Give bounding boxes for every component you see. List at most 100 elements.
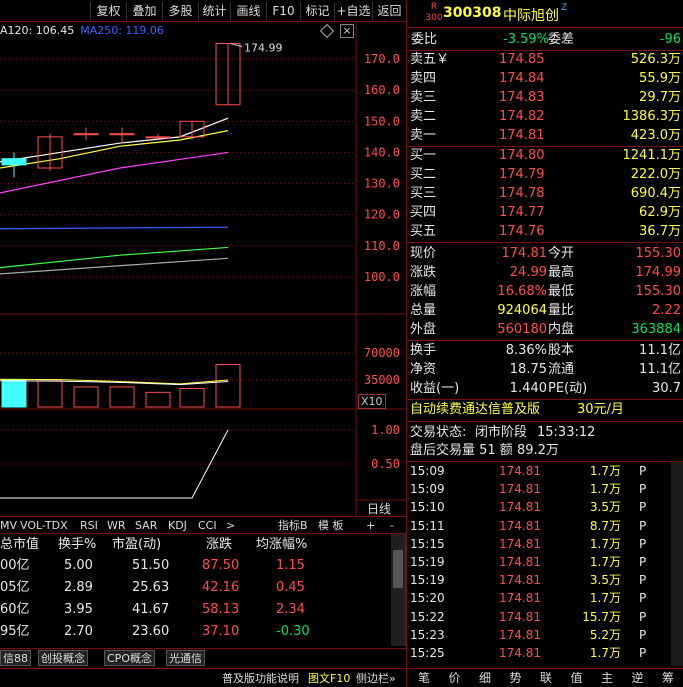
price-tick-label: 110.0	[364, 239, 400, 253]
ask-row[interactable]: 卖四 174.84 55.9万	[407, 69, 683, 88]
tab-reverse[interactable]: 逆	[625, 670, 651, 687]
quote-row: 外盘 560180 内盘 363884	[410, 322, 681, 337]
ind-tab-cci[interactable]: CCI	[198, 518, 217, 534]
mark-button[interactable]: 标记	[300, 2, 334, 20]
tab-main[interactable]: 主	[594, 670, 620, 687]
tick-row: 15:19 174.81 1.7万 P 1	[410, 555, 683, 569]
ma120-line	[0, 226, 229, 230]
ind-tab-kdj[interactable]: KDJ	[168, 518, 187, 534]
ma120-value: A120: 106.45	[0, 24, 75, 37]
f10-link[interactable]: 图文F10	[308, 670, 350, 687]
tab-price[interactable]: 价	[442, 670, 468, 687]
indicator-tick-label: 1.00	[371, 423, 400, 437]
tick-row: 15:19 174.81 3.5万 P 1	[410, 573, 683, 588]
ind-tab-mv[interactable]: MV	[0, 518, 17, 534]
board-badge: R 300	[425, 2, 443, 23]
ticks-scrollbar[interactable]	[671, 462, 683, 666]
back-button[interactable]: 返回	[372, 2, 406, 20]
stock-name: 中际旭创	[503, 8, 559, 24]
ind-tab-vol[interactable]: VOL-TDX	[20, 518, 68, 534]
kline-chart[interactable]: 170.0 160.0 150.0 140.0 130.0 120.0 110.0 100.0…	[0, 22, 406, 516]
zoom-out-button[interactable]: -	[390, 518, 394, 534]
indicator-b-button[interactable]: 指标B	[278, 518, 308, 534]
tab-chips[interactable]: 筹	[655, 670, 681, 687]
finance-row: 换手 8.36% 股本 11.1亿	[410, 343, 681, 358]
bid-row[interactable]: 买四 174.77 62.9万	[407, 203, 683, 222]
volume-bar	[215, 364, 241, 408]
f10-button[interactable]: F10	[266, 2, 300, 20]
quote-row: 现价 174.81 今开 155.30	[410, 246, 681, 261]
chart-toolbar: 复权 叠加 多股 统计 画线 F10 标记 +自选 返回	[0, 0, 406, 22]
bid-row[interactable]: 买三 174.78 690.4万	[407, 184, 683, 203]
bottom-bar: 普及版功能说明 图文F10 侧边栏»	[0, 668, 406, 687]
sector-tab-vc[interactable]: 创投概念	[38, 650, 88, 666]
price-tick-label: 120.0	[364, 208, 400, 222]
ask-row[interactable]: 卖一 174.81 423.0万	[407, 126, 683, 145]
volume-bar	[109, 386, 135, 408]
volume-bar	[73, 386, 99, 408]
ind-tab-more[interactable]: >	[226, 518, 235, 534]
price-tick-label: 100.0	[364, 270, 400, 284]
sector-row[interactable]: 00亿 5.00 51.50 87.50 1.15	[0, 555, 385, 576]
draw-line-button[interactable]: 画线	[230, 2, 266, 20]
finance-row: 收益(一) 1.440 PE(动) 30.7	[410, 381, 681, 396]
sector-scrollbar-thumb[interactable]	[393, 550, 403, 588]
sector-table: 总市值 换手% 市盈(动) 涨跌 均涨幅% 00亿 5.00 51.50 87.…	[0, 534, 406, 646]
indicator-tabs: MV VOL-TDX RSI WR SAR KDJ CCI > 指标B 模 板 …	[0, 516, 406, 534]
help-link[interactable]: 普及版功能说明	[222, 670, 299, 687]
ind-tab-sar[interactable]: SAR	[135, 518, 157, 534]
multi-stock-button[interactable]: 多股	[162, 2, 198, 20]
sector-row[interactable]: 95亿 2.70 23.60 37.10 -0.30	[0, 621, 385, 642]
zoom-in-button[interactable]: +	[366, 518, 375, 534]
quote-panel: R 300 300308 中际旭创 Z 委比 -3.59% 委差 -96 卖五￥ …	[406, 0, 683, 687]
candle-body	[145, 136, 171, 139]
after-hours-volume: 盘后交易量 51 额 89.2万	[410, 443, 559, 458]
period-daily-label[interactable]: 日线	[367, 500, 391, 517]
volume-tick-label: 70000	[364, 346, 400, 360]
restore-rights-button[interactable]: 复权	[90, 2, 126, 20]
tab-detail[interactable]: 细	[472, 670, 498, 687]
price-tick-label: 170.0	[364, 52, 400, 66]
ask-row[interactable]: 卖三 174.83 29.7万	[407, 88, 683, 107]
ask-row[interactable]: 卖二 174.82 1386.3万	[407, 107, 683, 126]
chart-panel: 复权 叠加 多股 统计 画线 F10 标记 +自选 返回 170.0 160.0 1…	[0, 0, 406, 687]
right-bottom-tabs: 笔价细势联值主逆筹	[407, 668, 683, 687]
bid-row[interactable]: 买二 174.79 222.0万	[407, 165, 683, 184]
add-watchlist-button[interactable]: +自选	[334, 2, 372, 20]
sector-row[interactable]: 05亿 2.89 25.63 42.16 0.45	[0, 577, 385, 598]
sector-tab-0[interactable]: 信88	[0, 650, 31, 666]
ma20-line	[0, 151, 229, 194]
overlay-button[interactable]: 叠加	[126, 2, 162, 20]
stock-code: 300308	[443, 5, 502, 21]
ma5-line	[0, 117, 229, 163]
sector-tab-cpo[interactable]: CPO概念	[104, 650, 155, 666]
tab-trades[interactable]: 笔	[411, 670, 437, 687]
ma60-line	[0, 246, 229, 269]
close-icon[interactable]: ×	[340, 24, 354, 38]
tab-value[interactable]: 值	[564, 670, 590, 687]
sector-tab-optical[interactable]: 光通信	[166, 650, 205, 666]
ind-tab-wr[interactable]: WR	[107, 518, 126, 534]
bid-row[interactable]: 买五 174.76 36.7万	[407, 222, 683, 241]
ad-banner[interactable]: 自动续费通达信普及版 30元/月	[407, 400, 683, 419]
tick-row: 15:10 174.81 3.5万 P 1	[410, 500, 683, 515]
bid-row[interactable]: 买一 174.80 1241.1万	[407, 146, 683, 165]
tick-row: 15:20 174.81 1.7万 P 1	[410, 591, 683, 606]
sector-row[interactable]: 60亿 3.95 41.67 58.13 2.34	[0, 599, 385, 620]
high-price-label: 174.99	[244, 41, 283, 54]
stock-title: R 300 300308 中际旭创 Z	[407, 0, 683, 28]
template-button[interactable]: 模 板	[318, 518, 344, 534]
tick-row: 15:25 174.81 1.7万 P 1	[410, 646, 683, 660]
quote-row: 总量 924064 量比 2.22	[410, 303, 681, 318]
statistics-button[interactable]: 统计	[198, 2, 230, 20]
tab-trend[interactable]: 势	[503, 670, 529, 687]
ind-tab-rsi[interactable]: RSI	[80, 518, 98, 534]
ma-legend: A120: 106.45 MA250: 119.06	[0, 24, 170, 37]
ask-row[interactable]: 卖五￥ 174.85 526.3万	[407, 50, 683, 69]
volume-bar	[145, 391, 171, 408]
tab-linked[interactable]: 联	[533, 670, 559, 687]
tick-row: 15:09 174.81 1.7万 P 1	[410, 482, 683, 497]
price-tick-label: 130.0	[364, 177, 400, 191]
ma10-line	[0, 130, 229, 169]
sidebar-toggle[interactable]: 侧边栏»	[356, 670, 396, 687]
